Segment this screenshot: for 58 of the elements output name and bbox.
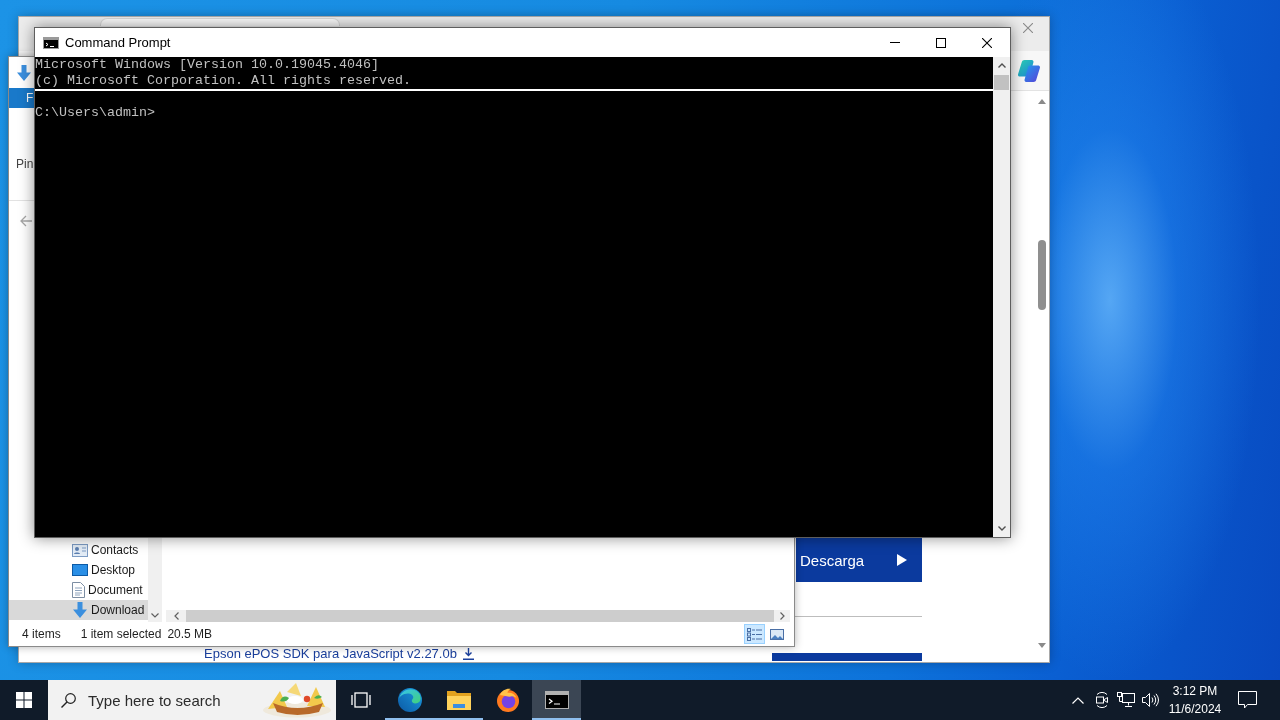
nav-item[interactable]: Document	[9, 580, 148, 600]
document-icon	[72, 582, 85, 598]
scrollbar-thumb[interactable]	[994, 75, 1009, 90]
browser-icon	[397, 688, 422, 712]
scroll-up-arrow-icon[interactable]	[1038, 99, 1046, 104]
network-icon	[1117, 692, 1135, 708]
terminal-icon	[544, 691, 569, 709]
view-button[interactable]	[744, 624, 765, 644]
back-arrow-icon[interactable]	[20, 214, 32, 227]
download-icon[interactable]	[462, 648, 474, 660]
details-view-icon	[747, 627, 762, 641]
minimize-icon	[890, 42, 900, 43]
download-button[interactable]: Descarga	[796, 538, 922, 582]
contact-card-icon	[72, 543, 88, 557]
selection-count: 1 item selected	[80, 627, 162, 641]
scroll-down-arrow-icon[interactable]	[1038, 643, 1046, 648]
chevron-down-icon[interactable]	[151, 613, 159, 618]
nav-item[interactable]: Contacts	[9, 540, 148, 560]
clock-time[interactable]: 3:12 PM	[1172, 682, 1218, 700]
chevron-up-icon	[1072, 696, 1084, 704]
console-line: Microsoft Windows [Version 10.0.19045.4046]	[35, 57, 379, 73]
gradient-tiles-icon[interactable]	[1018, 59, 1040, 82]
browser-icon	[495, 688, 520, 712]
close-icon	[982, 37, 992, 48]
maximize-icon	[936, 37, 946, 48]
windows-logo-icon	[16, 692, 32, 708]
chevron-right-icon	[779, 612, 785, 620]
scrollbar-thumb[interactable]	[186, 610, 774, 622]
chevron-up-icon	[997, 63, 1006, 68]
close-icon	[1023, 23, 1033, 33]
desktop-icon	[72, 564, 88, 576]
folder-icon	[446, 690, 471, 710]
download-link[interactable]: Epson ePOS SDK para JavaScript v2.27.0b	[204, 647, 457, 661]
ribbon-button[interactable]: Pin	[16, 157, 34, 171]
clock-date[interactable]: 11/6/2024	[1168, 700, 1222, 718]
message-bubble-icon	[1237, 691, 1257, 709]
nav-item[interactable]: Desktop	[9, 560, 148, 580]
item-count: 4 items	[22, 627, 61, 641]
nav-item[interactable]: Download	[9, 600, 148, 620]
chevron-down-icon	[997, 526, 1006, 531]
down-arrow-icon	[72, 602, 88, 618]
selection-size: 20.5 MB	[167, 627, 213, 641]
scrollbar-thumb[interactable]	[1038, 240, 1046, 310]
large-icons-view-icon	[769, 628, 784, 640]
ribbon-tab[interactable]: F	[9, 88, 34, 108]
search-icon	[61, 693, 76, 708]
terminal-icon	[43, 36, 59, 49]
task-view-icon	[350, 692, 371, 708]
food-plate-drawing	[262, 682, 332, 718]
chevron-left-icon	[173, 612, 179, 620]
camera-icon	[1094, 692, 1110, 708]
console-line: (c) Microsoft Corporation. All rights reserved.	[35, 73, 411, 89]
play-triangle-icon	[897, 554, 907, 566]
window-title: Command Prompt	[65, 35, 171, 50]
down-arrow-icon	[16, 64, 32, 81]
volume-icon	[1141, 693, 1159, 707]
taskbar-button[interactable]	[532, 680, 581, 720]
console-prompt: C:\Users\admin>	[35, 105, 155, 121]
